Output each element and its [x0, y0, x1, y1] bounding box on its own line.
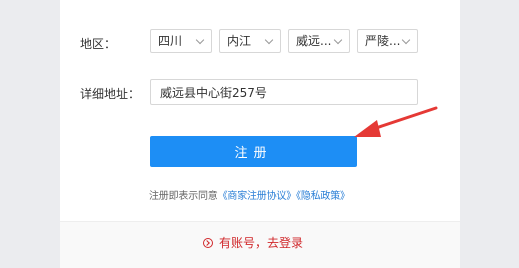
chevron-down-icon: [333, 35, 343, 45]
town-select[interactable]: 严陵...: [357, 29, 418, 53]
privacy-policy-link[interactable]: 《隐私政策》: [296, 191, 350, 202]
login-link-label: 有账号，去登录: [219, 236, 304, 250]
agreement-text: 注册即表示同意《商家注册协议》《隐私政策》: [149, 187, 350, 202]
login-link[interactable]: 有账号，去登录: [203, 234, 303, 251]
district-select[interactable]: 威远...: [288, 29, 350, 53]
agreement-prefix: 注册即表示同意: [149, 191, 218, 202]
login-footer: 有账号，去登录: [60, 221, 460, 268]
cropped-top-line: [156, 0, 306, 6]
merchant-agreement-link[interactable]: 《商家注册协议》: [218, 191, 297, 202]
region-label: 地区：: [80, 37, 117, 51]
district-value: 威远...: [296, 34, 332, 48]
chevron-down-icon: [401, 35, 411, 45]
city-value: 内江: [227, 34, 252, 48]
chevron-circle-icon: [203, 237, 213, 248]
address-label: 详细地址：: [80, 87, 141, 101]
register-button[interactable]: 注册: [150, 136, 357, 167]
chevron-down-icon: [264, 35, 274, 45]
town-value: 严陵...: [365, 34, 401, 48]
annotation-arrow-icon: [354, 106, 438, 137]
chevron-down-icon: [195, 35, 205, 45]
province-select[interactable]: 四川: [150, 29, 212, 53]
city-select[interactable]: 内江: [219, 29, 281, 53]
province-value: 四川: [158, 34, 183, 48]
